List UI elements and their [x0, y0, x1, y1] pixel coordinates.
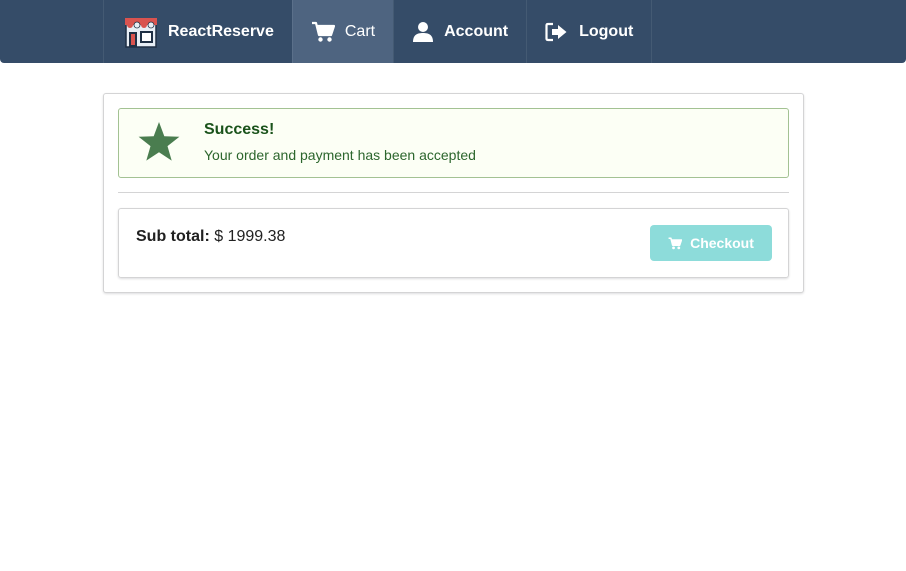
brand-link[interactable]: ReactReserve: [103, 0, 292, 63]
checkout-button[interactable]: Checkout: [650, 225, 772, 261]
nav-item-logout[interactable]: Logout: [526, 0, 653, 63]
user-icon: [412, 21, 434, 43]
nav-item-cart[interactable]: Cart: [291, 0, 394, 63]
nav-item-logout-label: Logout: [579, 22, 634, 40]
sign-out-icon: [545, 22, 569, 42]
cart-icon: [311, 21, 335, 43]
nav-menu: ReactReserve Cart Account Logout: [103, 0, 653, 63]
cart-icon: [668, 236, 683, 250]
success-message: Success! Your order and payment has been…: [118, 108, 789, 178]
order-summary: Sub total: $ 1999.38 Checkout: [118, 208, 789, 278]
nav-item-account-label: Account: [444, 22, 509, 40]
top-navbar: ReactReserve Cart Account Logout: [0, 0, 906, 63]
subtotal-label: Sub total:: [136, 228, 210, 245]
star-icon: [137, 121, 181, 168]
message-header: Success!: [204, 121, 275, 138]
divider: [118, 192, 789, 193]
nav-item-cart-label: Cart: [344, 22, 376, 40]
cart-segment: Success! Your order and payment has been…: [103, 93, 804, 293]
storefront-logo-icon: [124, 16, 158, 48]
message-content: Your order and payment has been accepted: [204, 147, 476, 163]
checkout-label: Checkout: [690, 235, 754, 251]
subtotal-value: $ 1999.38: [214, 228, 286, 245]
nav-item-account[interactable]: Account: [393, 0, 526, 63]
brand-label: ReactReserve: [168, 22, 274, 40]
subtotal: Sub total: $ 1999.38: [136, 228, 285, 246]
